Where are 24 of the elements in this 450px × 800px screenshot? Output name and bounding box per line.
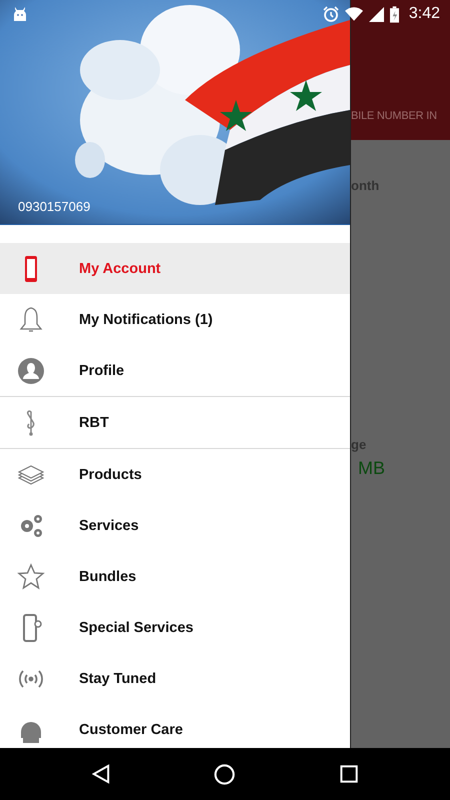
menu-item[interactable]: Stay Tuned — [0, 653, 350, 704]
menu-item[interactable]: My Account — [0, 243, 350, 294]
menu-item[interactable]: Customer Care — [0, 704, 350, 748]
person-icon — [17, 357, 45, 385]
phone-number: 0930157069 — [18, 199, 90, 214]
wifi-icon — [344, 7, 363, 21]
signal-icon — [368, 6, 384, 22]
menu-item[interactable]: Products — [0, 449, 350, 500]
recent-apps-icon[interactable] — [340, 765, 358, 783]
star-icon — [17, 562, 45, 590]
music-note-icon — [26, 409, 36, 437]
menu-item[interactable]: Profile — [0, 345, 350, 397]
menu-item[interactable]: My Notifications (1) — [0, 294, 350, 345]
bell-icon — [17, 306, 45, 334]
menu-item[interactable]: Special Services — [0, 602, 350, 653]
alarm-icon — [322, 6, 339, 22]
back-icon[interactable] — [92, 764, 110, 784]
menu-item[interactable]: Services — [0, 500, 350, 551]
android-icon — [12, 7, 28, 21]
status-time: 3:42 — [408, 5, 440, 23]
menu-item[interactable]: Bundles — [0, 551, 350, 602]
usage-value: MB — [358, 458, 386, 479]
tab-title: BILE NUMBER IN — [351, 110, 437, 122]
home-icon[interactable] — [214, 764, 236, 784]
